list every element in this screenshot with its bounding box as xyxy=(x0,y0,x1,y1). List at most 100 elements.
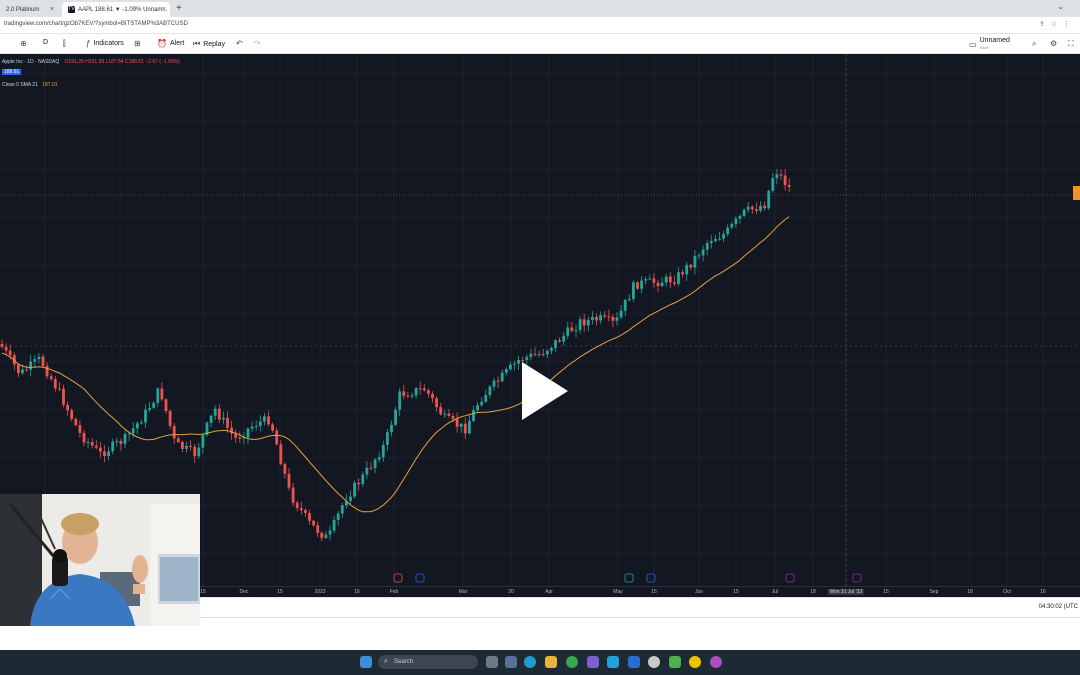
x-tick-label: 15 xyxy=(277,589,283,595)
candle-body xyxy=(537,354,541,356)
share-icon[interactable]: ⇪ xyxy=(1039,21,1051,28)
event-marker xyxy=(415,573,425,583)
search-button[interactable]: ⌕ xyxy=(1032,39,1036,49)
tab-platinum[interactable]: 2.0 Platinum × xyxy=(0,2,58,17)
chart-type-button[interactable]: ⫿ xyxy=(63,39,66,49)
candle-body xyxy=(82,432,86,443)
url-text[interactable]: tradingview.com/chart/gzOb7KEV/?symbol=B… xyxy=(4,21,188,27)
templates-button[interactable]: ⊞ xyxy=(134,39,141,48)
x-tick-label: 2023 xyxy=(314,589,326,595)
candle-body xyxy=(394,409,397,425)
candle-body xyxy=(668,276,672,283)
x-tick-label: 15 xyxy=(200,589,206,595)
candle-body xyxy=(217,408,221,420)
windows-start-icon[interactable] xyxy=(360,656,372,668)
replay-button[interactable]: ⏮ Replay xyxy=(193,39,225,49)
replay-icon: ⏮ xyxy=(193,39,201,48)
redo-button[interactable]: ↷ xyxy=(254,39,261,48)
candle-body xyxy=(17,364,20,374)
app-icon[interactable] xyxy=(710,656,722,668)
candle-body xyxy=(103,451,106,456)
x-tick-label: 18 xyxy=(810,589,816,595)
candle-body xyxy=(156,388,160,403)
plus-circle-icon: ⊕ xyxy=(20,39,27,48)
chart-legend-sma[interactable]: Close 0 SMA 21 187.01 xyxy=(2,82,58,88)
close-icon[interactable]: × xyxy=(50,6,54,13)
candle-body xyxy=(472,410,475,421)
chevron-down-icon[interactable]: ⌄ xyxy=(1057,2,1064,11)
task-view-icon[interactable] xyxy=(486,656,498,668)
app-icon[interactable] xyxy=(648,656,660,668)
file-explorer-icon[interactable] xyxy=(545,656,557,668)
chat-icon[interactable] xyxy=(505,656,517,668)
candle-body xyxy=(623,299,627,311)
tradingview-logo-icon: TV xyxy=(68,6,75,13)
candle-body xyxy=(111,441,115,452)
candle-body xyxy=(504,369,508,373)
candle-body xyxy=(468,420,471,434)
candle-body xyxy=(226,417,229,428)
tab-label: AAPL 188.61 ▼ -1.09% Unnam... xyxy=(78,6,168,13)
candle-body xyxy=(390,424,393,433)
taskbar-search-input[interactable]: ⌕ Search xyxy=(378,655,478,669)
candle-body xyxy=(381,444,385,458)
candle-body xyxy=(697,255,701,257)
candle-body xyxy=(406,395,410,397)
candle-body xyxy=(66,404,69,411)
candle-body xyxy=(685,264,689,275)
candle-body xyxy=(718,238,721,240)
gear-icon: ⚙ xyxy=(1050,39,1058,48)
candle-body xyxy=(377,457,381,460)
candle-body xyxy=(734,218,738,224)
app-icon[interactable] xyxy=(587,656,599,668)
chrome-icon[interactable] xyxy=(566,656,578,668)
interval-button[interactable]: D xyxy=(43,39,48,46)
candle-body xyxy=(78,425,82,433)
candle-body xyxy=(603,315,607,317)
plus-icon[interactable]: + xyxy=(176,3,182,15)
candle-body xyxy=(427,390,430,394)
candle-body xyxy=(500,372,504,382)
event-marker xyxy=(393,573,403,583)
app-icon[interactable] xyxy=(669,656,681,668)
undo-button[interactable]: ↶ xyxy=(236,39,243,48)
indicators-button[interactable]: ƒ Indicators xyxy=(86,39,124,48)
browser-tab-bar: 2.0 Platinum × TV AAPL 188.61 ▼ -1.09% U… xyxy=(0,0,1080,17)
store-icon[interactable] xyxy=(607,656,619,668)
candle-body xyxy=(328,530,332,535)
event-marker xyxy=(785,573,795,583)
candle-body xyxy=(431,393,434,399)
candle-body xyxy=(463,423,467,434)
candle-body xyxy=(541,354,545,356)
candle-body xyxy=(176,438,180,443)
app-icon[interactable] xyxy=(628,656,640,668)
candle-body xyxy=(160,388,164,400)
settings-button[interactable]: ⚙ xyxy=(1050,39,1057,48)
candle-body xyxy=(533,353,537,355)
chart-legend-price: 188.61 xyxy=(2,69,22,75)
candle-body xyxy=(726,227,730,235)
edge-browser-icon[interactable] xyxy=(524,656,536,668)
menu-icon[interactable]: ⋮ xyxy=(1063,21,1076,28)
layout-button[interactable]: ▭ Unnamed Save xyxy=(969,37,1010,51)
play-icon[interactable] xyxy=(522,362,568,420)
price-tag: 188.61 xyxy=(2,69,22,75)
add-symbol-button[interactable]: ⊕ xyxy=(20,39,27,48)
close-icon[interactable]: × xyxy=(162,6,166,13)
candle-body xyxy=(336,513,340,520)
alert-button[interactable]: ⏰ Alert xyxy=(157,39,184,48)
candle-body xyxy=(513,363,516,365)
candle-body xyxy=(759,205,762,211)
candle-body xyxy=(222,417,225,420)
candle-body xyxy=(484,395,488,402)
candle-body xyxy=(439,407,443,415)
candle-body xyxy=(33,359,37,362)
tab-tradingview[interactable]: TV AAPL 188.61 ▼ -1.09% Unnam... × xyxy=(62,2,170,17)
fullscreen-icon: ⛶ xyxy=(1068,39,1074,48)
fullscreen-button[interactable]: ⛶ xyxy=(1068,39,1074,49)
candle-body xyxy=(738,215,742,219)
app-icon[interactable] xyxy=(689,656,701,668)
star-icon[interactable]: ☆ xyxy=(1051,21,1063,28)
x-tick-label: Oct xyxy=(1003,589,1011,595)
candle-body xyxy=(750,206,754,210)
